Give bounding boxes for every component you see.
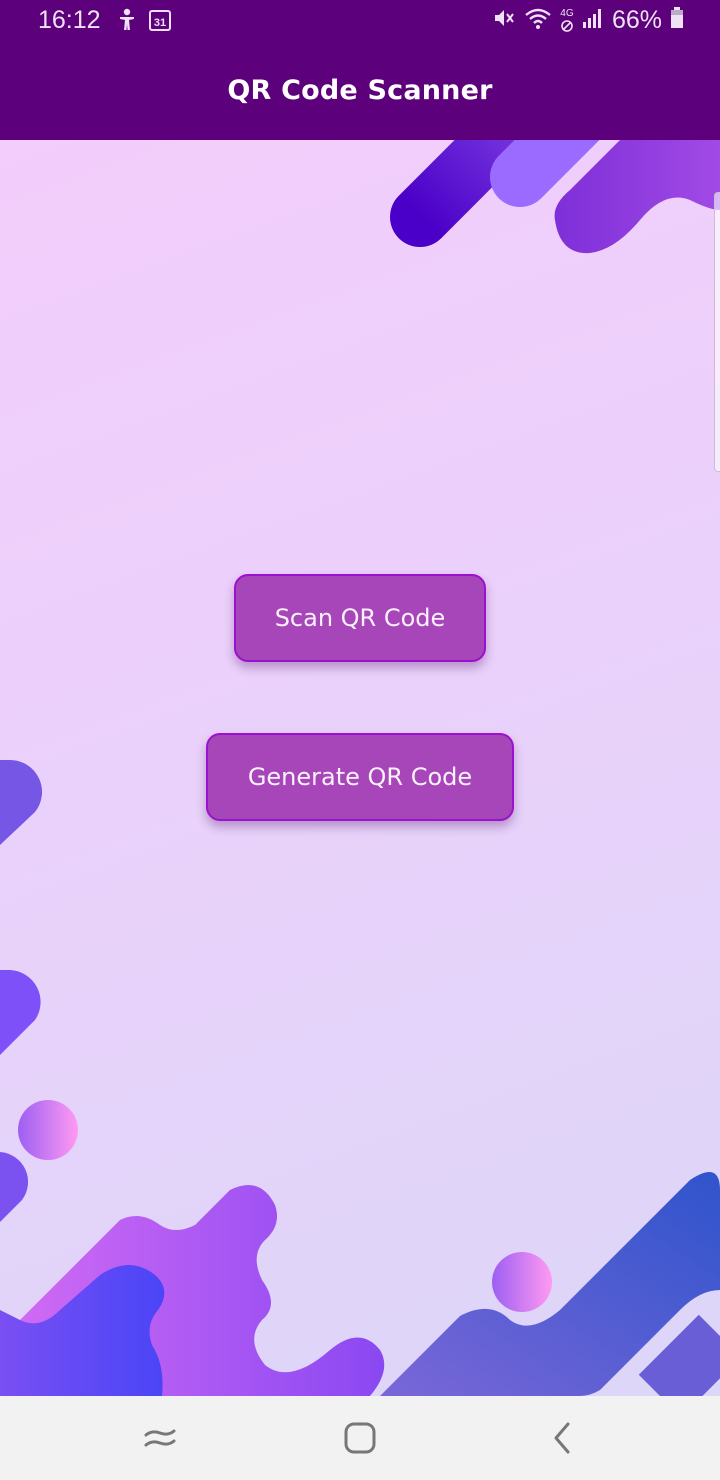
no-data-icon: 4G <box>560 7 574 33</box>
network-type-label: 4G <box>560 7 574 19</box>
recent-apps-icon[interactable] <box>138 1416 182 1460</box>
signal-icon <box>582 6 604 35</box>
mute-icon <box>492 6 516 35</box>
accessibility-icon <box>116 8 138 37</box>
svg-text:31: 31 <box>154 17 166 29</box>
battery-percent: 66% <box>611 6 662 34</box>
calendar-icon: 31 <box>148 8 172 37</box>
scan-qr-code-button[interactable]: Scan QR Code <box>234 574 486 662</box>
scrollbar[interactable] <box>714 192 720 472</box>
status-bar: 16:12 31 4G 66% <box>0 0 720 40</box>
status-time: 16:12 <box>38 6 101 34</box>
home-icon[interactable] <box>338 1416 382 1460</box>
generate-qr-code-button[interactable]: Generate QR Code <box>206 733 514 821</box>
back-icon[interactable] <box>540 1416 584 1460</box>
navigation-bar <box>0 1396 720 1480</box>
app-title: QR Code Scanner <box>227 74 493 106</box>
battery-icon <box>670 6 684 35</box>
wifi-icon <box>524 6 552 35</box>
app-bar: QR Code Scanner <box>0 40 720 140</box>
main-content: Scan QR Code Generate QR Code <box>0 140 720 1396</box>
